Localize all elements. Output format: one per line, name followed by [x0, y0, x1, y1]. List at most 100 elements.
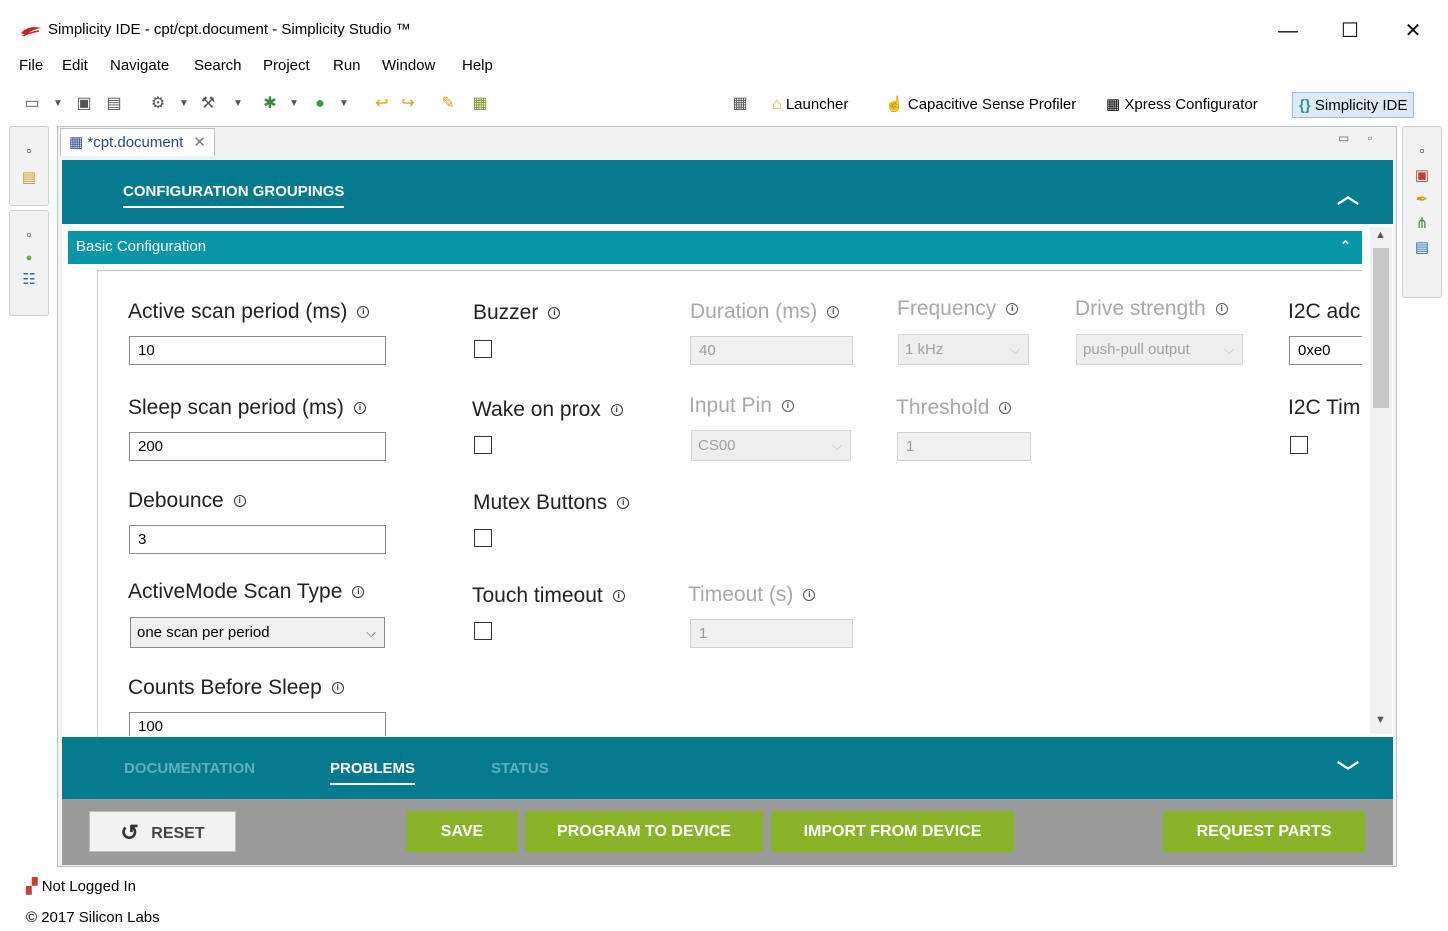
- wake-on-prox-checkbox[interactable]: [474, 436, 492, 454]
- scrollbar-thumb[interactable]: [1373, 248, 1389, 408]
- mutex-buttons-checkbox[interactable]: [474, 529, 492, 547]
- buzzer-checkbox[interactable]: [474, 340, 492, 358]
- perspective-capsense-label: Capacitive Sense Profiler: [907, 96, 1077, 113]
- menu-navigate[interactable]: Navigate: [110, 57, 169, 74]
- info-icon[interactable]: i: [999, 402, 1012, 414]
- collapse-header-icon[interactable]: ︿: [1337, 178, 1359, 210]
- info-icon[interactable]: i: [803, 589, 816, 601]
- reset-button[interactable]: ↺ RESET: [89, 811, 236, 852]
- perspective-capsense[interactable]: ☝ Capacitive Sense Profiler: [885, 92, 1076, 118]
- info-icon[interactable]: i: [331, 682, 344, 694]
- menu-file[interactable]: File: [19, 57, 43, 74]
- chevron-down-icon[interactable]: ▼: [228, 94, 248, 114]
- tab-status[interactable]: STATUS: [491, 760, 549, 777]
- forward-arrow-icon[interactable]: ↪: [398, 94, 418, 114]
- editor-tab[interactable]: ▦ *cpt.document ✕: [60, 128, 215, 156]
- info-icon[interactable]: i: [781, 400, 794, 412]
- i2c-address-input[interactable]: 0xe0: [1289, 336, 1362, 365]
- menu-edit[interactable]: Edit: [62, 57, 88, 74]
- new-file-icon[interactable]: ▭: [22, 94, 42, 114]
- wake-on-prox-label: Wake on prox i: [472, 398, 623, 422]
- minimize-view-icon[interactable]: ▭: [1338, 131, 1349, 145]
- console-icon[interactable]: ▤: [1403, 238, 1441, 256]
- chevron-down-icon[interactable]: ▼: [334, 94, 354, 114]
- import-from-device-button[interactable]: IMPORT FROM DEVICE: [771, 811, 1014, 852]
- restore-icon[interactable]: ▫: [10, 143, 48, 158]
- chip-icon[interactable]: ▦: [470, 94, 490, 114]
- debounce-input[interactable]: 3: [129, 525, 386, 554]
- back-arrow-icon[interactable]: ↩: [372, 94, 392, 114]
- activemode-scan-type-select[interactable]: one scan per period ⌵: [130, 617, 385, 648]
- info-icon[interactable]: i: [610, 404, 623, 416]
- counts-before-sleep-input[interactable]: 100: [129, 712, 386, 736]
- profiler-icon[interactable]: ▣: [1403, 166, 1441, 184]
- run-icon[interactable]: ●: [310, 94, 330, 114]
- hammer-icon[interactable]: ⚒: [198, 94, 218, 114]
- close-button[interactable]: ✕: [1393, 14, 1433, 48]
- open-perspective-icon[interactable]: ▦: [730, 94, 750, 114]
- save-all-icon[interactable]: ▤: [104, 94, 124, 114]
- activemode-scan-type-label: ActiveMode Scan Type i: [128, 580, 365, 604]
- perspective-launcher[interactable]: ⌂ Launcher: [772, 92, 848, 118]
- info-icon[interactable]: i: [612, 590, 625, 602]
- menu-project[interactable]: Project: [263, 57, 310, 74]
- drive-strength-select[interactable]: push-pull output ⌵: [1076, 334, 1243, 365]
- double-chevron-up-icon[interactable]: ⌃: [1340, 238, 1351, 254]
- duration-input[interactable]: 40: [690, 336, 853, 365]
- active-scan-period-input[interactable]: 10: [129, 336, 386, 365]
- program-to-device-button[interactable]: PROGRAM TO DEVICE: [525, 811, 763, 852]
- close-tab-icon[interactable]: ✕: [193, 134, 206, 151]
- touch-timeout-checkbox[interactable]: [474, 622, 492, 640]
- perspective-simplicity[interactable]: {} Simplicity IDE: [1292, 92, 1415, 118]
- request-parts-button[interactable]: REQUEST PARTS: [1163, 811, 1365, 852]
- expand-footer-icon[interactable]: ﹀: [1337, 755, 1359, 787]
- sleep-scan-period-input[interactable]: 200: [129, 432, 386, 461]
- section-bar[interactable]: [68, 231, 1362, 264]
- minimize-button[interactable]: —: [1268, 14, 1308, 48]
- menu-window[interactable]: Window: [382, 57, 435, 74]
- menu-help[interactable]: Help: [462, 57, 493, 74]
- tab-problems[interactable]: PROBLEMS: [330, 760, 416, 785]
- info-icon[interactable]: i: [1215, 303, 1228, 315]
- save-icon[interactable]: ▣: [74, 94, 94, 114]
- green-dot-icon[interactable]: ●: [10, 252, 48, 264]
- network-icon: ▞: [26, 878, 38, 895]
- scroll-up-icon[interactable]: ▲: [1375, 229, 1386, 241]
- menu-search[interactable]: Search: [194, 57, 242, 74]
- timeout-input[interactable]: 1: [690, 619, 853, 648]
- frequency-select[interactable]: 1 kHz ⌵: [898, 334, 1029, 365]
- maximize-button[interactable]: ☐: [1330, 14, 1370, 48]
- tree-icon[interactable]: ⋔: [1403, 214, 1441, 232]
- info-icon[interactable]: i: [548, 307, 561, 319]
- info-icon[interactable]: i: [353, 402, 366, 414]
- info-icon[interactable]: i: [617, 497, 630, 509]
- i2c-timeout-checkbox[interactable]: [1290, 436, 1308, 454]
- debug-bug-icon[interactable]: ✱: [260, 94, 280, 114]
- tab-documentation[interactable]: DOCUMENTATION: [124, 760, 255, 777]
- save-button[interactable]: SAVE: [406, 811, 518, 852]
- maximize-view-icon[interactable]: ▫: [1368, 131, 1372, 145]
- highlighter-icon[interactable]: ✎: [438, 94, 458, 114]
- threshold-input[interactable]: 1: [897, 432, 1031, 461]
- info-icon[interactable]: i: [827, 306, 840, 318]
- info-icon[interactable]: i: [1006, 303, 1019, 315]
- chevron-down-icon[interactable]: ▼: [174, 94, 194, 114]
- restore-icon[interactable]: ▫: [1403, 143, 1441, 158]
- info-icon[interactable]: i: [233, 495, 246, 507]
- scroll-down-icon[interactable]: ▼: [1375, 714, 1386, 726]
- chevron-down-icon[interactable]: ▼: [48, 94, 68, 114]
- pen-icon[interactable]: ✒: [1403, 190, 1441, 208]
- outline-icon[interactable]: ☷: [10, 270, 48, 288]
- gear-icon[interactable]: ⚙: [148, 94, 168, 114]
- restore-icon[interactable]: ▫: [10, 227, 48, 242]
- info-icon[interactable]: i: [357, 306, 370, 318]
- chevron-down-icon[interactable]: ▼: [284, 94, 304, 114]
- input-pin-select[interactable]: CS00 ⌵: [691, 430, 851, 461]
- configuration-groupings-title[interactable]: CONFIGURATION GROUPINGS: [123, 183, 345, 208]
- perspective-xpress[interactable]: ▦ Xpress Configurator: [1106, 92, 1258, 118]
- counts-before-sleep-label: Counts Before Sleep i: [128, 676, 344, 700]
- clipboard-icon[interactable]: ▤: [10, 168, 48, 186]
- info-icon[interactable]: i: [352, 586, 365, 598]
- menu-run[interactable]: Run: [333, 57, 361, 74]
- login-status[interactable]: ▞ Not Logged In: [26, 877, 136, 895]
